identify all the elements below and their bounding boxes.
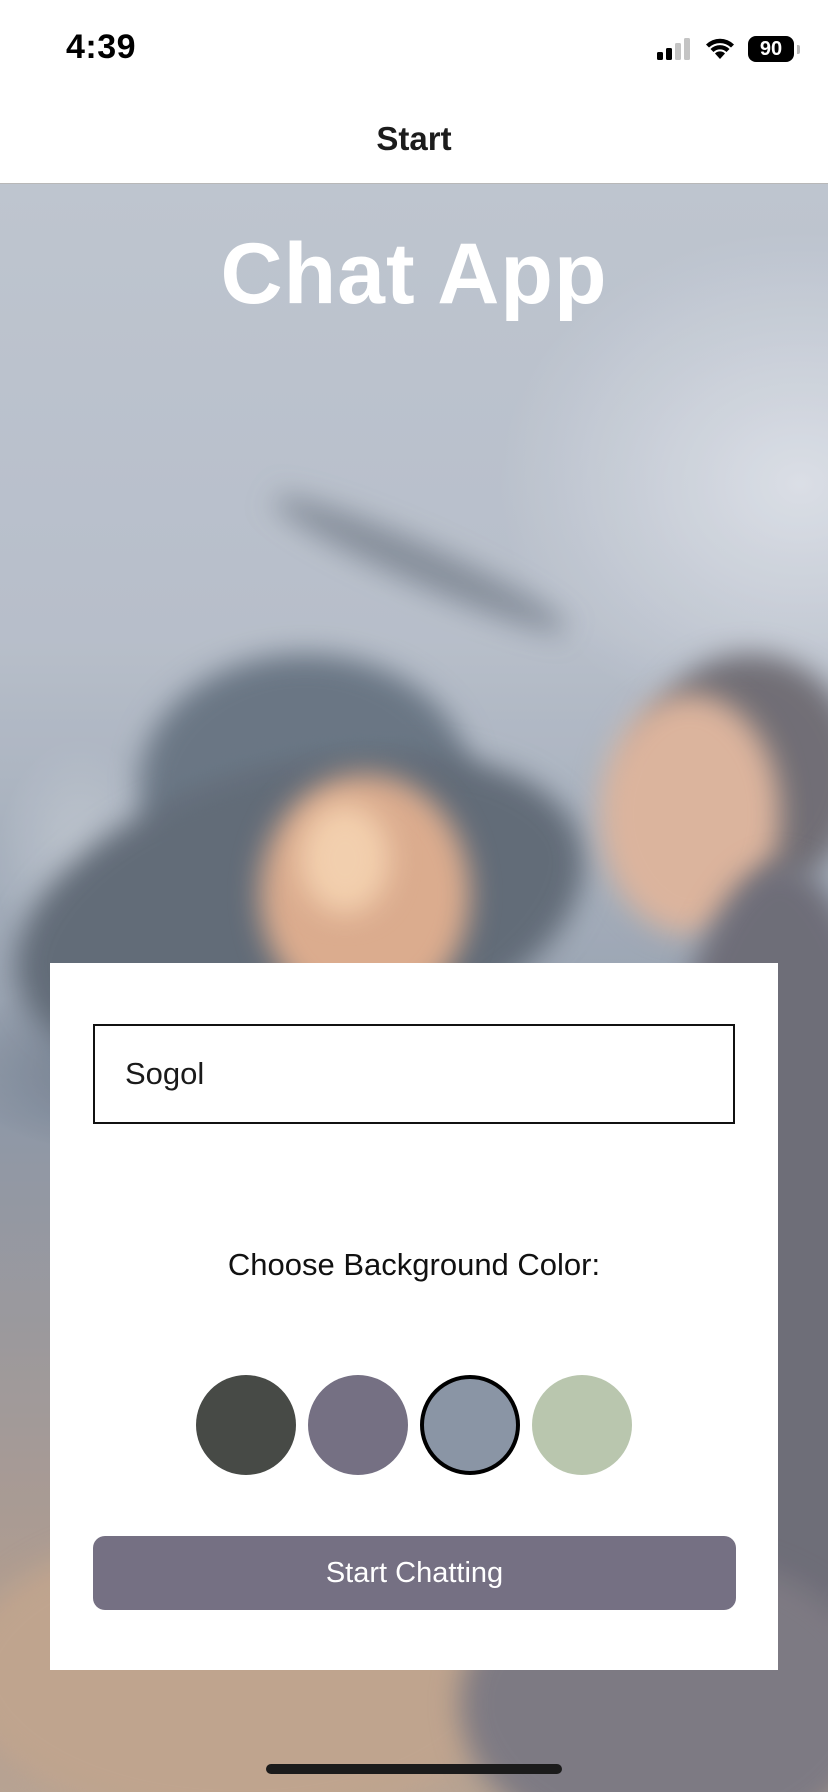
navigation-bar: Start: [0, 100, 828, 184]
wifi-icon: [706, 38, 734, 59]
start-chatting-button[interactable]: Start Chatting: [93, 1536, 736, 1610]
status-time: 4:39: [66, 28, 137, 66]
nav-title: Start: [376, 120, 452, 157]
name-input[interactable]: [93, 1024, 735, 1124]
cellular-signal-icon: [657, 38, 690, 60]
color-label: Choose Background Color:: [227, 1247, 601, 1282]
battery-cap: [797, 45, 800, 54]
battery-icon: 90: [748, 36, 800, 62]
color-swatch-3[interactable]: [420, 1375, 520, 1475]
battery-level: 90: [759, 37, 783, 60]
status-icons: 90: [656, 34, 800, 64]
status-bar: 4:39 90: [0, 0, 828, 100]
app-title: Chat App: [220, 226, 608, 322]
home-indicator[interactable]: [266, 1764, 562, 1774]
color-swatches: [196, 1375, 632, 1475]
color-swatch-2[interactable]: [308, 1375, 408, 1475]
start-panel: Choose Background Color: Start Chatting: [50, 963, 778, 1670]
color-swatch-1[interactable]: [196, 1375, 296, 1475]
color-swatch-4[interactable]: [532, 1375, 632, 1475]
